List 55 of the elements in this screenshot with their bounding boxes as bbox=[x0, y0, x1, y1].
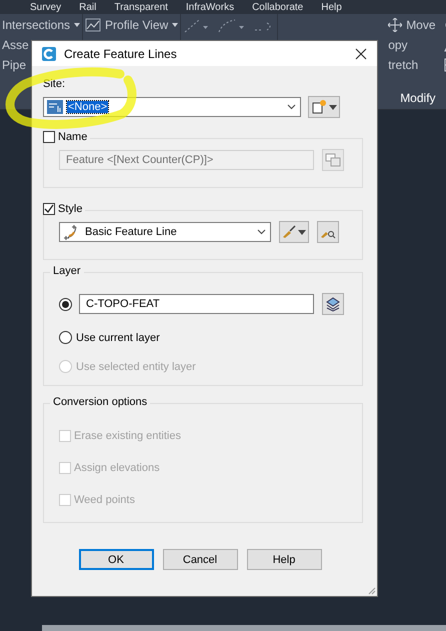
edit-style-button[interactable] bbox=[279, 221, 309, 243]
browse-style-button[interactable] bbox=[317, 221, 339, 243]
dialog-button[interactable]: Help bbox=[246, 549, 322, 570]
style-dropdown[interactable]: Basic Feature Line bbox=[59, 222, 271, 242]
caret-icon bbox=[329, 104, 337, 110]
ribbon-button[interactable]: Profile View bbox=[105, 18, 168, 32]
menu-item[interactable]: InfraWorks bbox=[186, 2, 234, 12]
radio-button[interactable] bbox=[59, 298, 72, 310]
checkbox-label: Name bbox=[58, 131, 88, 143]
caret-icon bbox=[298, 230, 306, 234]
create-site-button[interactable] bbox=[308, 96, 340, 118]
menu-item[interactable]: Rail bbox=[79, 2, 96, 12]
close-icon bbox=[355, 48, 367, 60]
group-title: Layer bbox=[50, 265, 84, 277]
radio-label: Use selected entity layer bbox=[76, 360, 196, 372]
ribbon-button[interactable]: opy bbox=[388, 38, 408, 52]
site-dropdown[interactable]: <None> bbox=[43, 97, 301, 117]
ribbon-button[interactable]: Move bbox=[406, 18, 436, 32]
layers-icon bbox=[325, 296, 341, 312]
ribbon-button[interactable]: Asse bbox=[2, 38, 29, 52]
group-title: Conversion options bbox=[50, 396, 150, 408]
scrollbar[interactable] bbox=[42, 625, 446, 631]
menu-item[interactable]: Collaborate bbox=[252, 2, 304, 12]
checkbox-label: Assign elevations bbox=[74, 462, 160, 474]
layer-field[interactable]: C-TOPO-FEAT bbox=[79, 294, 314, 314]
site-icon bbox=[47, 100, 63, 114]
chevron-down-icon bbox=[257, 229, 266, 235]
caret-icon bbox=[74, 23, 80, 27]
chevron-down-icon bbox=[287, 104, 296, 110]
new-object-icon bbox=[311, 99, 327, 115]
caret-icon bbox=[172, 23, 178, 27]
checkbox-label: Weed points bbox=[74, 494, 135, 506]
profile-chart-icon bbox=[85, 18, 102, 32]
window-title: Create Feature Lines bbox=[64, 46, 178, 60]
app-logo-icon bbox=[42, 46, 56, 60]
radio-button[interactable] bbox=[59, 331, 72, 344]
radio-label: Use current layer bbox=[76, 332, 160, 344]
menu-item[interactable]: Help bbox=[321, 2, 342, 12]
panel-title: Modify bbox=[400, 91, 436, 105]
ribbon-button[interactable]: Intersections bbox=[2, 18, 70, 32]
ribbon-button[interactable]: tretch bbox=[388, 58, 418, 72]
menu-item[interactable]: Survey bbox=[30, 2, 62, 12]
checkbox-label: Erase existing entities bbox=[74, 430, 181, 442]
template-icon bbox=[325, 152, 341, 168]
menu-item[interactable]: Transparent bbox=[114, 2, 168, 12]
brush-icon bbox=[282, 225, 296, 239]
ribbon-button[interactable]: Pipe bbox=[2, 58, 26, 72]
field-label: Site: bbox=[43, 78, 66, 90]
layer-select-button[interactable] bbox=[322, 293, 344, 315]
move-icon bbox=[388, 18, 402, 32]
dialog-button[interactable]: OK bbox=[78, 549, 154, 570]
dialog-button[interactable]: Cancel bbox=[162, 549, 238, 570]
resize-grip-icon[interactable] bbox=[366, 585, 376, 595]
checkbox-label: Style bbox=[58, 203, 82, 215]
checkbox[interactable] bbox=[43, 203, 55, 215]
